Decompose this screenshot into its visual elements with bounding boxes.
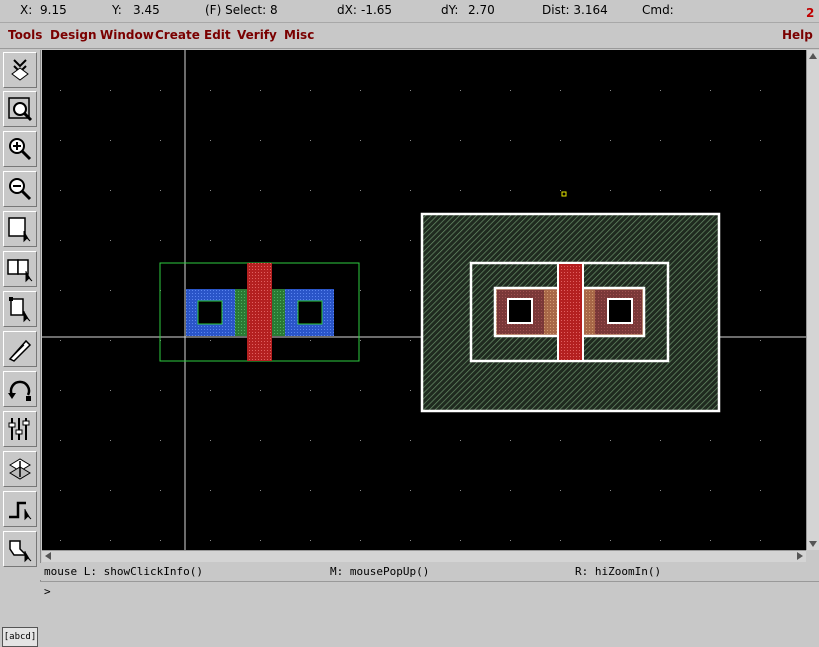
property-icon — [8, 418, 30, 440]
fit-zoom-button[interactable] — [3, 91, 37, 127]
contact-drain — [607, 298, 633, 324]
multi-select-icon — [7, 259, 33, 283]
command-prompt: > — [44, 585, 51, 598]
polygon-icon — [9, 540, 32, 563]
poly-gate — [247, 263, 272, 361]
stretch-button[interactable] — [3, 331, 37, 367]
zoom-in-icon — [9, 138, 32, 161]
scroll-right-icon[interactable] — [797, 552, 803, 560]
menu-bar: Tools Design Window Create Edit Verify M… — [0, 23, 819, 49]
dy-label: dY: — [441, 3, 459, 17]
menu-misc[interactable]: Misc — [284, 28, 314, 42]
path-icon — [9, 501, 32, 521]
path-button[interactable] — [3, 491, 37, 527]
layout-drawing — [42, 50, 806, 550]
zoom-in-button[interactable] — [3, 131, 37, 167]
contact-source — [197, 300, 223, 325]
property-button[interactable] — [3, 411, 37, 447]
pmos-transistor[interactable] — [420, 212, 721, 413]
x-coord-label: X: — [20, 3, 33, 17]
tool-palette: [abcd] — [0, 50, 41, 647]
x-coord-value: 9.15 — [40, 3, 67, 17]
menu-tools[interactable]: Tools — [8, 28, 42, 42]
undo-icon — [8, 380, 31, 401]
select-button[interactable] — [3, 211, 37, 247]
command-label: Cmd: — [642, 3, 674, 17]
move-button[interactable] — [3, 451, 37, 487]
scroll-up-icon[interactable] — [809, 53, 817, 59]
menu-window[interactable]: Window — [100, 28, 154, 42]
save-button[interactable] — [3, 52, 37, 88]
distance-readout: Dist: 3.164 — [542, 3, 608, 17]
contact-drain — [297, 300, 323, 325]
mouse-bindings-bar: mouse L: showClickInfo() M: mousePopUp()… — [40, 563, 819, 580]
menu-help[interactable]: Help — [782, 28, 813, 42]
menu-design[interactable]: Design — [50, 28, 97, 42]
select-count: (F) Select: 8 — [205, 3, 278, 17]
menu-create[interactable]: Create — [155, 28, 200, 42]
scroll-down-icon[interactable] — [809, 541, 817, 547]
move-icon — [9, 458, 31, 480]
partial-select-button[interactable] — [3, 291, 37, 327]
select-icon — [8, 217, 31, 243]
menu-verify[interactable]: Verify — [237, 28, 277, 42]
scroll-left-icon[interactable] — [45, 552, 51, 560]
zoom-out-icon — [9, 178, 32, 201]
mouse-right-binding: R: hiZoomIn() — [575, 565, 662, 578]
save-icon — [11, 59, 29, 81]
partial-select-icon — [9, 297, 31, 323]
y-coord-value: 3.45 — [133, 3, 160, 17]
stretch-icon — [8, 339, 32, 362]
undo-button[interactable] — [3, 371, 37, 407]
contact-source — [507, 298, 533, 324]
layer-abcd-label[interactable]: [abcd] — [2, 627, 38, 647]
mouse-left-binding: mouse L: showClickInfo() — [44, 565, 203, 578]
dx-value: -1.65 — [361, 3, 393, 17]
dy-value: 2.70 — [468, 3, 495, 17]
vertical-scrollbar[interactable] — [806, 50, 819, 550]
polygon-button[interactable] — [3, 531, 37, 567]
dx-label: dX: — [337, 3, 357, 17]
status-bar: X: 9.15 Y: 3.45 (F) Select: 8 dX: -1.65 … — [0, 0, 819, 23]
horizontal-scrollbar[interactable] — [42, 550, 806, 562]
menu-edit[interactable]: Edit — [204, 28, 231, 42]
zoom-out-button[interactable] — [3, 171, 37, 207]
command-line[interactable]: > — [40, 581, 819, 601]
mouse-middle-binding: M: mousePopUp() — [330, 565, 430, 578]
y-coord-label: Y: — [112, 3, 122, 17]
multi-select-button[interactable] — [3, 251, 37, 287]
fit-zoom-icon — [8, 97, 33, 122]
poly-gate — [559, 264, 582, 360]
window-number: 2 — [806, 6, 815, 20]
layout-canvas[interactable] — [42, 50, 806, 550]
